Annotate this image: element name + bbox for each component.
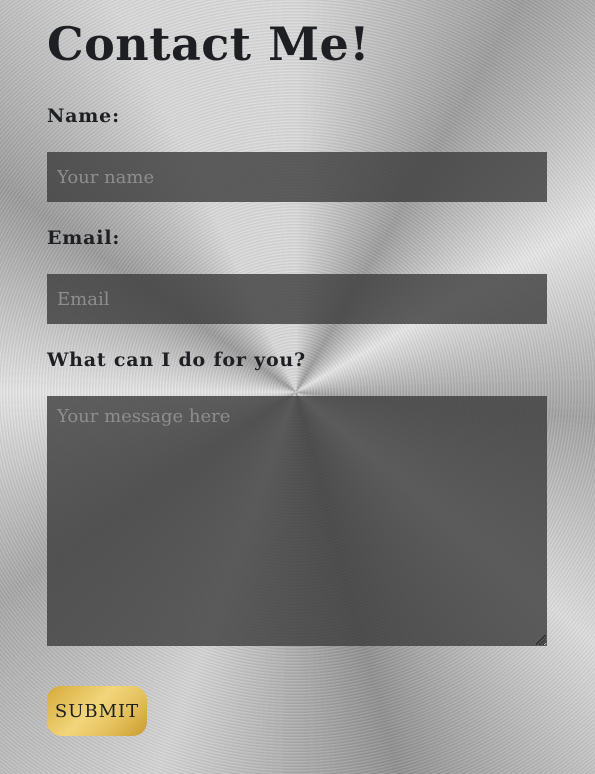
submit-button[interactable]: SUBMIT	[47, 686, 147, 736]
message-textarea[interactable]	[47, 396, 547, 646]
email-label: Email:	[47, 227, 121, 249]
email-input[interactable]	[47, 274, 547, 324]
message-label: What can I do for you?	[47, 349, 306, 371]
page-title: Contact Me!	[47, 17, 370, 71]
name-input[interactable]	[47, 152, 547, 202]
name-label: Name:	[47, 105, 120, 127]
